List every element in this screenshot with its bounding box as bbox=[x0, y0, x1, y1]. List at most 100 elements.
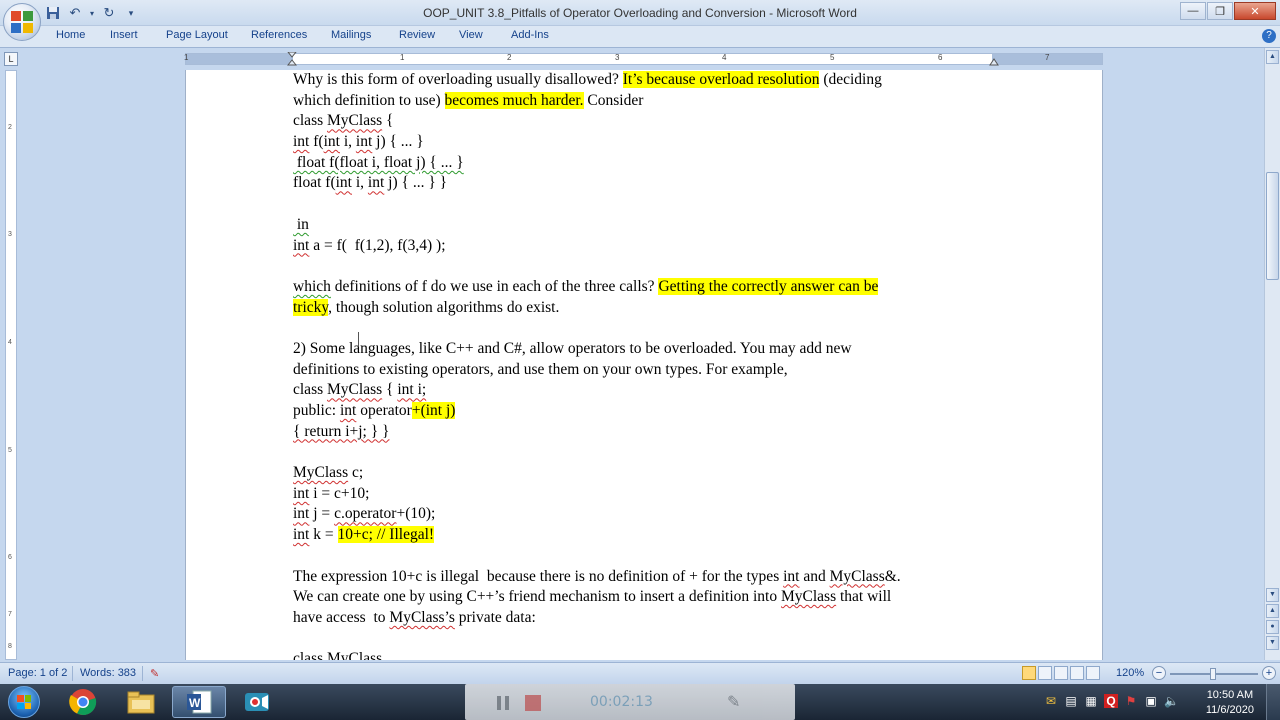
zoom-level[interactable]: 120% bbox=[1116, 667, 1144, 679]
document-line: int j = c.operator+(10); bbox=[293, 504, 993, 525]
tab-mailings[interactable]: Mailings bbox=[331, 29, 371, 41]
document-text: +(10); bbox=[396, 505, 436, 523]
scroll-thumb[interactable] bbox=[1266, 172, 1279, 280]
ruler-number: 1 bbox=[400, 53, 405, 62]
vruler-number: 3 bbox=[8, 231, 12, 238]
document-text: We can create one by using C++’s friend … bbox=[293, 588, 781, 606]
volume-icon[interactable]: 🔈 bbox=[1164, 694, 1179, 708]
previous-page-icon[interactable]: ▲ bbox=[1266, 604, 1279, 618]
document-text: that will bbox=[836, 588, 892, 606]
document-text: &. bbox=[884, 567, 901, 585]
zoom-out-button[interactable]: − bbox=[1152, 666, 1166, 680]
document-text: k = bbox=[309, 526, 338, 544]
document-text: Consider bbox=[583, 91, 644, 109]
document-text: int bbox=[293, 505, 310, 523]
clock[interactable]: 10:50 AM 11/6/2020 bbox=[1206, 688, 1254, 718]
start-button[interactable] bbox=[2, 685, 46, 719]
horizontal-ruler[interactable]: 1 1 2 3 4 5 6 7 bbox=[184, 52, 1103, 66]
right-indent-marker-icon[interactable] bbox=[989, 58, 999, 66]
next-page-icon[interactable]: ▼ bbox=[1266, 636, 1279, 650]
document-line: tricky, though solution algorithms do ex… bbox=[293, 298, 993, 319]
document-line: float f(float i, float j) { ... } bbox=[293, 153, 993, 174]
web-layout-view-icon[interactable] bbox=[1054, 666, 1068, 680]
network-icon[interactable]: ▣ bbox=[1144, 694, 1158, 708]
tray-flag-icon[interactable]: ⚑ bbox=[1124, 694, 1138, 708]
tray-q-icon[interactable]: Q bbox=[1104, 694, 1118, 708]
document-text: float f(float i, float j) { ... } bbox=[293, 153, 464, 171]
print-layout-view-icon[interactable] bbox=[1022, 666, 1036, 680]
document-line: class MyClass bbox=[293, 649, 993, 660]
document-line: which definitions of f do we use in each… bbox=[293, 277, 993, 298]
draft-view-icon[interactable] bbox=[1086, 666, 1100, 680]
highlighted-text: +(int j) bbox=[411, 402, 456, 419]
document-line: int i = c+10; bbox=[293, 484, 993, 505]
help-icon[interactable]: ? bbox=[1262, 29, 1276, 43]
document-text: int bbox=[293, 484, 310, 502]
tray-device-icon[interactable]: ▦ bbox=[1084, 694, 1098, 708]
vertical-scrollbar[interactable]: ▲ ▼ ▲ ● ▼ bbox=[1264, 48, 1280, 660]
indent-marker-icon[interactable] bbox=[287, 52, 297, 66]
document-text: i, bbox=[351, 174, 368, 192]
document-line: class MyClass { bbox=[293, 111, 993, 132]
window-controls: — ❐ ✕ bbox=[1180, 2, 1276, 20]
word-icon[interactable]: W bbox=[172, 686, 226, 718]
ruler-number: 2 bbox=[507, 53, 512, 62]
chrome-icon[interactable] bbox=[56, 686, 110, 718]
document-line: definitions to existing operators, and u… bbox=[293, 360, 993, 381]
document-text: j) { ... } } bbox=[384, 174, 448, 192]
vruler-number: 5 bbox=[8, 447, 12, 454]
document-text: and bbox=[799, 567, 830, 585]
show-desktop-button[interactable] bbox=[1266, 684, 1280, 720]
document-text: Why is this form of overloading usually … bbox=[293, 71, 623, 88]
document-text: (deciding bbox=[819, 71, 882, 88]
zoom-slider-thumb[interactable] bbox=[1210, 668, 1216, 680]
page-count[interactable]: Page: 1 of 2 bbox=[8, 667, 67, 679]
document-text: class bbox=[293, 650, 328, 660]
screen-recorder-icon[interactable] bbox=[230, 686, 284, 718]
outline-view-icon[interactable] bbox=[1070, 666, 1084, 680]
close-button[interactable]: ✕ bbox=[1234, 2, 1276, 20]
document-text: int bbox=[783, 567, 800, 585]
word-count[interactable]: Words: 383 bbox=[80, 667, 136, 679]
document-text: c.operator bbox=[334, 505, 397, 523]
file-explorer-icon[interactable] bbox=[114, 686, 168, 718]
document-body[interactable]: Why is this form of overloading usually … bbox=[293, 70, 993, 660]
clock-date: 11/6/2020 bbox=[1205, 704, 1254, 716]
scroll-down-arrow-icon[interactable]: ▼ bbox=[1266, 588, 1279, 602]
tab-insert[interactable]: Insert bbox=[110, 29, 138, 41]
tab-view[interactable]: View bbox=[459, 29, 483, 41]
restore-button[interactable]: ❐ bbox=[1207, 2, 1233, 20]
tray-app-icon[interactable]: ✉ bbox=[1044, 694, 1058, 708]
full-screen-reading-view-icon[interactable] bbox=[1038, 666, 1052, 680]
document-line: int a = f( f(1,2), f(3,4) ); bbox=[293, 236, 993, 257]
document-text: int bbox=[323, 133, 340, 151]
vertical-ruler[interactable]: 2 3 4 5 6 7 8 bbox=[5, 70, 17, 660]
proofing-icon[interactable]: ✎ bbox=[150, 667, 159, 680]
document-text: j) { ... } bbox=[372, 133, 424, 151]
browse-object-icon[interactable]: ● bbox=[1266, 620, 1279, 634]
minimize-button[interactable]: — bbox=[1180, 2, 1206, 20]
highlighted-text: Getting the correctly answer can be bbox=[658, 277, 879, 295]
tray-network-drive-icon[interactable]: ▤ bbox=[1064, 694, 1078, 708]
window-title: OOP_UNIT 3.8_Pitfalls of Operator Overlo… bbox=[423, 6, 857, 20]
scroll-up-arrow-icon[interactable]: ▲ bbox=[1266, 50, 1279, 64]
document-text: int bbox=[335, 174, 352, 192]
zoom-in-button[interactable]: + bbox=[1262, 666, 1276, 680]
pen-icon[interactable]: ✎ bbox=[727, 692, 740, 712]
document-page[interactable]: Why is this form of overloading usually … bbox=[185, 70, 1103, 660]
tab-review[interactable]: Review bbox=[399, 29, 435, 41]
office-button[interactable] bbox=[3, 3, 41, 41]
document-line: which definition to use) becomes much ha… bbox=[293, 91, 993, 112]
vruler-number: 6 bbox=[8, 554, 12, 561]
tab-selector[interactable]: L bbox=[4, 52, 18, 66]
pause-icon[interactable] bbox=[497, 696, 509, 710]
tab-references[interactable]: References bbox=[251, 29, 307, 41]
stop-icon[interactable] bbox=[525, 695, 541, 711]
document-text: j = bbox=[309, 505, 335, 523]
tab-add-ins[interactable]: Add-Ins bbox=[511, 29, 549, 41]
tab-home[interactable]: Home bbox=[56, 29, 85, 41]
ruler-number: 5 bbox=[830, 53, 835, 62]
tab-page-layout[interactable]: Page Layout bbox=[166, 29, 228, 41]
